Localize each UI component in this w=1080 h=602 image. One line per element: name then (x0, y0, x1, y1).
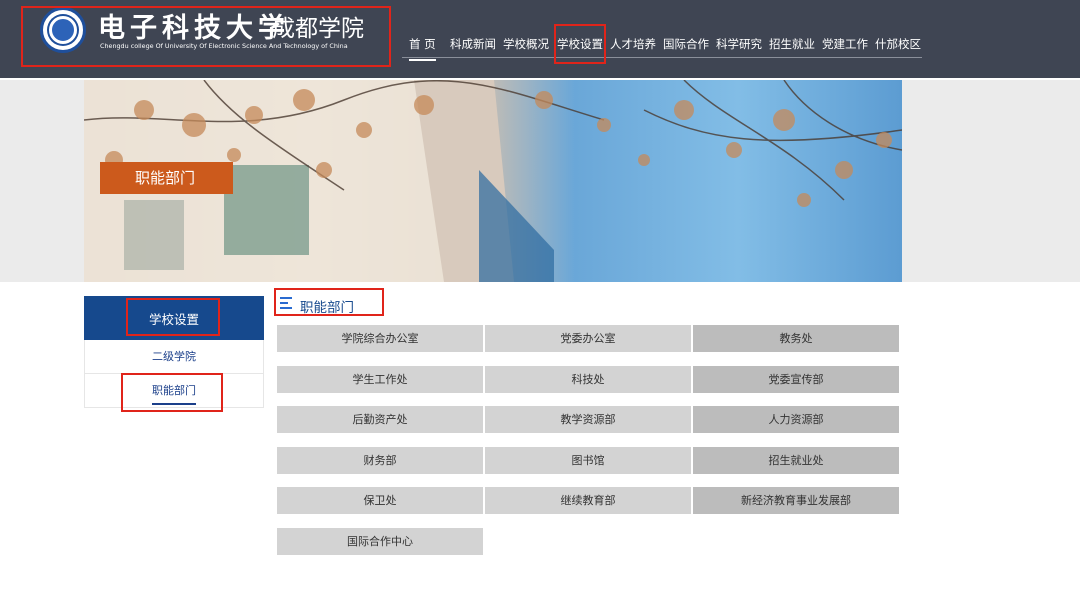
department-link[interactable]: 教学资源部 (485, 406, 691, 434)
nav-admission[interactable]: 招生就业 (769, 36, 815, 52)
nav-research[interactable]: 科学研究 (716, 36, 762, 52)
logo-highlight-box (21, 6, 391, 67)
department-link[interactable]: 新经济教育事业发展部 (693, 487, 899, 515)
department-link[interactable]: 教务处 (693, 325, 899, 352)
nav-international[interactable]: 国际合作 (663, 36, 709, 52)
banner-label: 职能部门 (100, 162, 233, 194)
department-link[interactable]: 财务部 (277, 446, 483, 474)
department-link[interactable]: 科技处 (485, 365, 691, 393)
department-link[interactable]: 人力资源部 (693, 406, 899, 434)
nav-overview[interactable]: 学校概况 (503, 36, 549, 52)
sidebar-item-label: 二级学院 (152, 350, 196, 363)
department-link[interactable]: 图书馆 (485, 446, 691, 474)
sidebar-title-highlight (126, 298, 220, 336)
department-link[interactable]: 学生工作处 (277, 365, 483, 393)
nav-party[interactable]: 党建工作 (822, 36, 868, 52)
department-link[interactable]: 招生就业处 (693, 446, 899, 474)
nav-talent[interactable]: 人才培养 (610, 36, 656, 52)
department-link[interactable]: 党委办公室 (485, 325, 691, 352)
department-link[interactable]: 学院综合办公室 (277, 325, 483, 352)
nav-highlight-box (554, 24, 606, 64)
nav-home[interactable]: 首 页 (409, 36, 436, 61)
department-link[interactable]: 国际合作中心 (277, 528, 483, 555)
department-link[interactable]: 保卫处 (277, 487, 483, 515)
section-title-highlight (274, 288, 384, 316)
department-link[interactable]: 后勤资产处 (277, 406, 483, 434)
sidebar-item-highlight (121, 373, 223, 412)
nav-news[interactable]: 科成新闻 (450, 36, 496, 52)
sidebar-item-secondary-colleges[interactable]: 二级学院 (84, 340, 264, 374)
main-nav: 首 页 科成新闻 学校概况 学校设置 人才培养 国际合作 科学研究 招生就业 党… (402, 28, 922, 61)
nav-shifang[interactable]: 什邡校区 (875, 36, 921, 52)
department-link[interactable]: 继续教育部 (485, 487, 691, 515)
department-link[interactable]: 党委宣传部 (693, 365, 899, 393)
